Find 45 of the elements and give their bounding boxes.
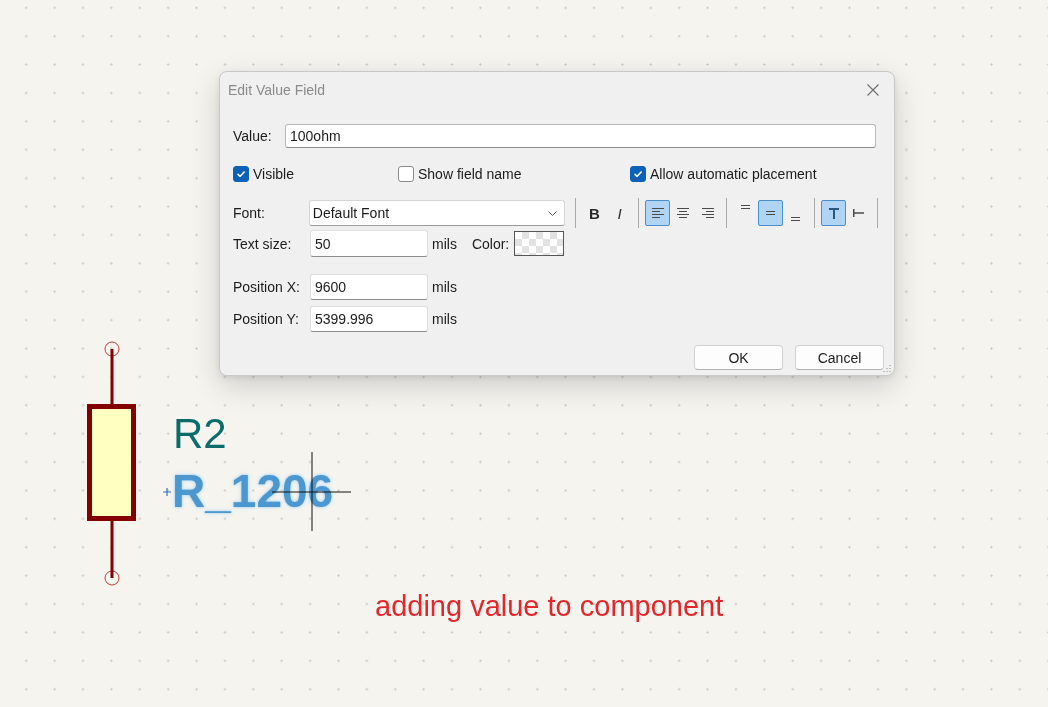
value-field[interactable]: 100ohm [285, 124, 876, 148]
chevron-down-icon [548, 210, 557, 216]
align-left-button[interactable] [645, 200, 670, 226]
checkbox-label[interactable]: Visible [253, 166, 294, 182]
position-label: Position X: [233, 279, 301, 295]
dialog-button[interactable]: Cancel [795, 345, 884, 370]
plus-marker-icon [163, 488, 171, 496]
align-bottom-icon [791, 217, 800, 221]
unit-label: mils [432, 235, 457, 252]
dialog-button[interactable]: OK [694, 345, 783, 370]
checkbox-label[interactable]: Show field name [418, 166, 522, 182]
resize-grip-icon[interactable] [883, 364, 891, 372]
align-left-icon [651, 208, 664, 218]
checkmark-icon [237, 171, 245, 177]
bold-button[interactable]: B [582, 200, 607, 226]
font-label: Font: [233, 205, 266, 221]
align-top-icon [741, 205, 750, 209]
align-middle-button[interactable] [758, 200, 783, 226]
checkbox[interactable] [630, 166, 646, 182]
checkbox[interactable] [233, 166, 249, 182]
caption-text: adding value to component [375, 592, 724, 621]
value-label: Value: [233, 128, 273, 144]
align-center-icon [676, 208, 689, 218]
dialog-title: Edit Value Field [228, 82, 325, 98]
checkmark-icon [634, 171, 642, 177]
checkbox-label[interactable]: Allow automatic placement [650, 166, 817, 182]
checkbox[interactable] [398, 166, 414, 182]
checkerboard-swatch-icon[interactable] [514, 231, 565, 256]
horizontal-orientation-icon [828, 207, 839, 219]
text-size-field[interactable]: 50 [310, 230, 428, 257]
color-label: Color: [471, 235, 510, 252]
align-right-icon [701, 208, 714, 218]
position-field[interactable]: 5399.996 [310, 306, 428, 332]
italic-button[interactable]: I [607, 200, 632, 226]
vertical-orientation-icon [853, 209, 864, 217]
unit-label: mils [432, 279, 457, 295]
font-dropdown[interactable]: Default Font [308, 200, 565, 226]
horizontal-orientation-button[interactable] [821, 200, 846, 226]
position-label: Position Y: [233, 311, 300, 327]
reference-designator: R2 [173, 413, 227, 455]
text-size-label: Text size: [233, 235, 293, 252]
align-middle-icon [766, 211, 775, 215]
position-field[interactable]: 9600 [310, 274, 428, 300]
close-icon[interactable] [867, 84, 879, 96]
unit-label: mils [432, 311, 457, 327]
